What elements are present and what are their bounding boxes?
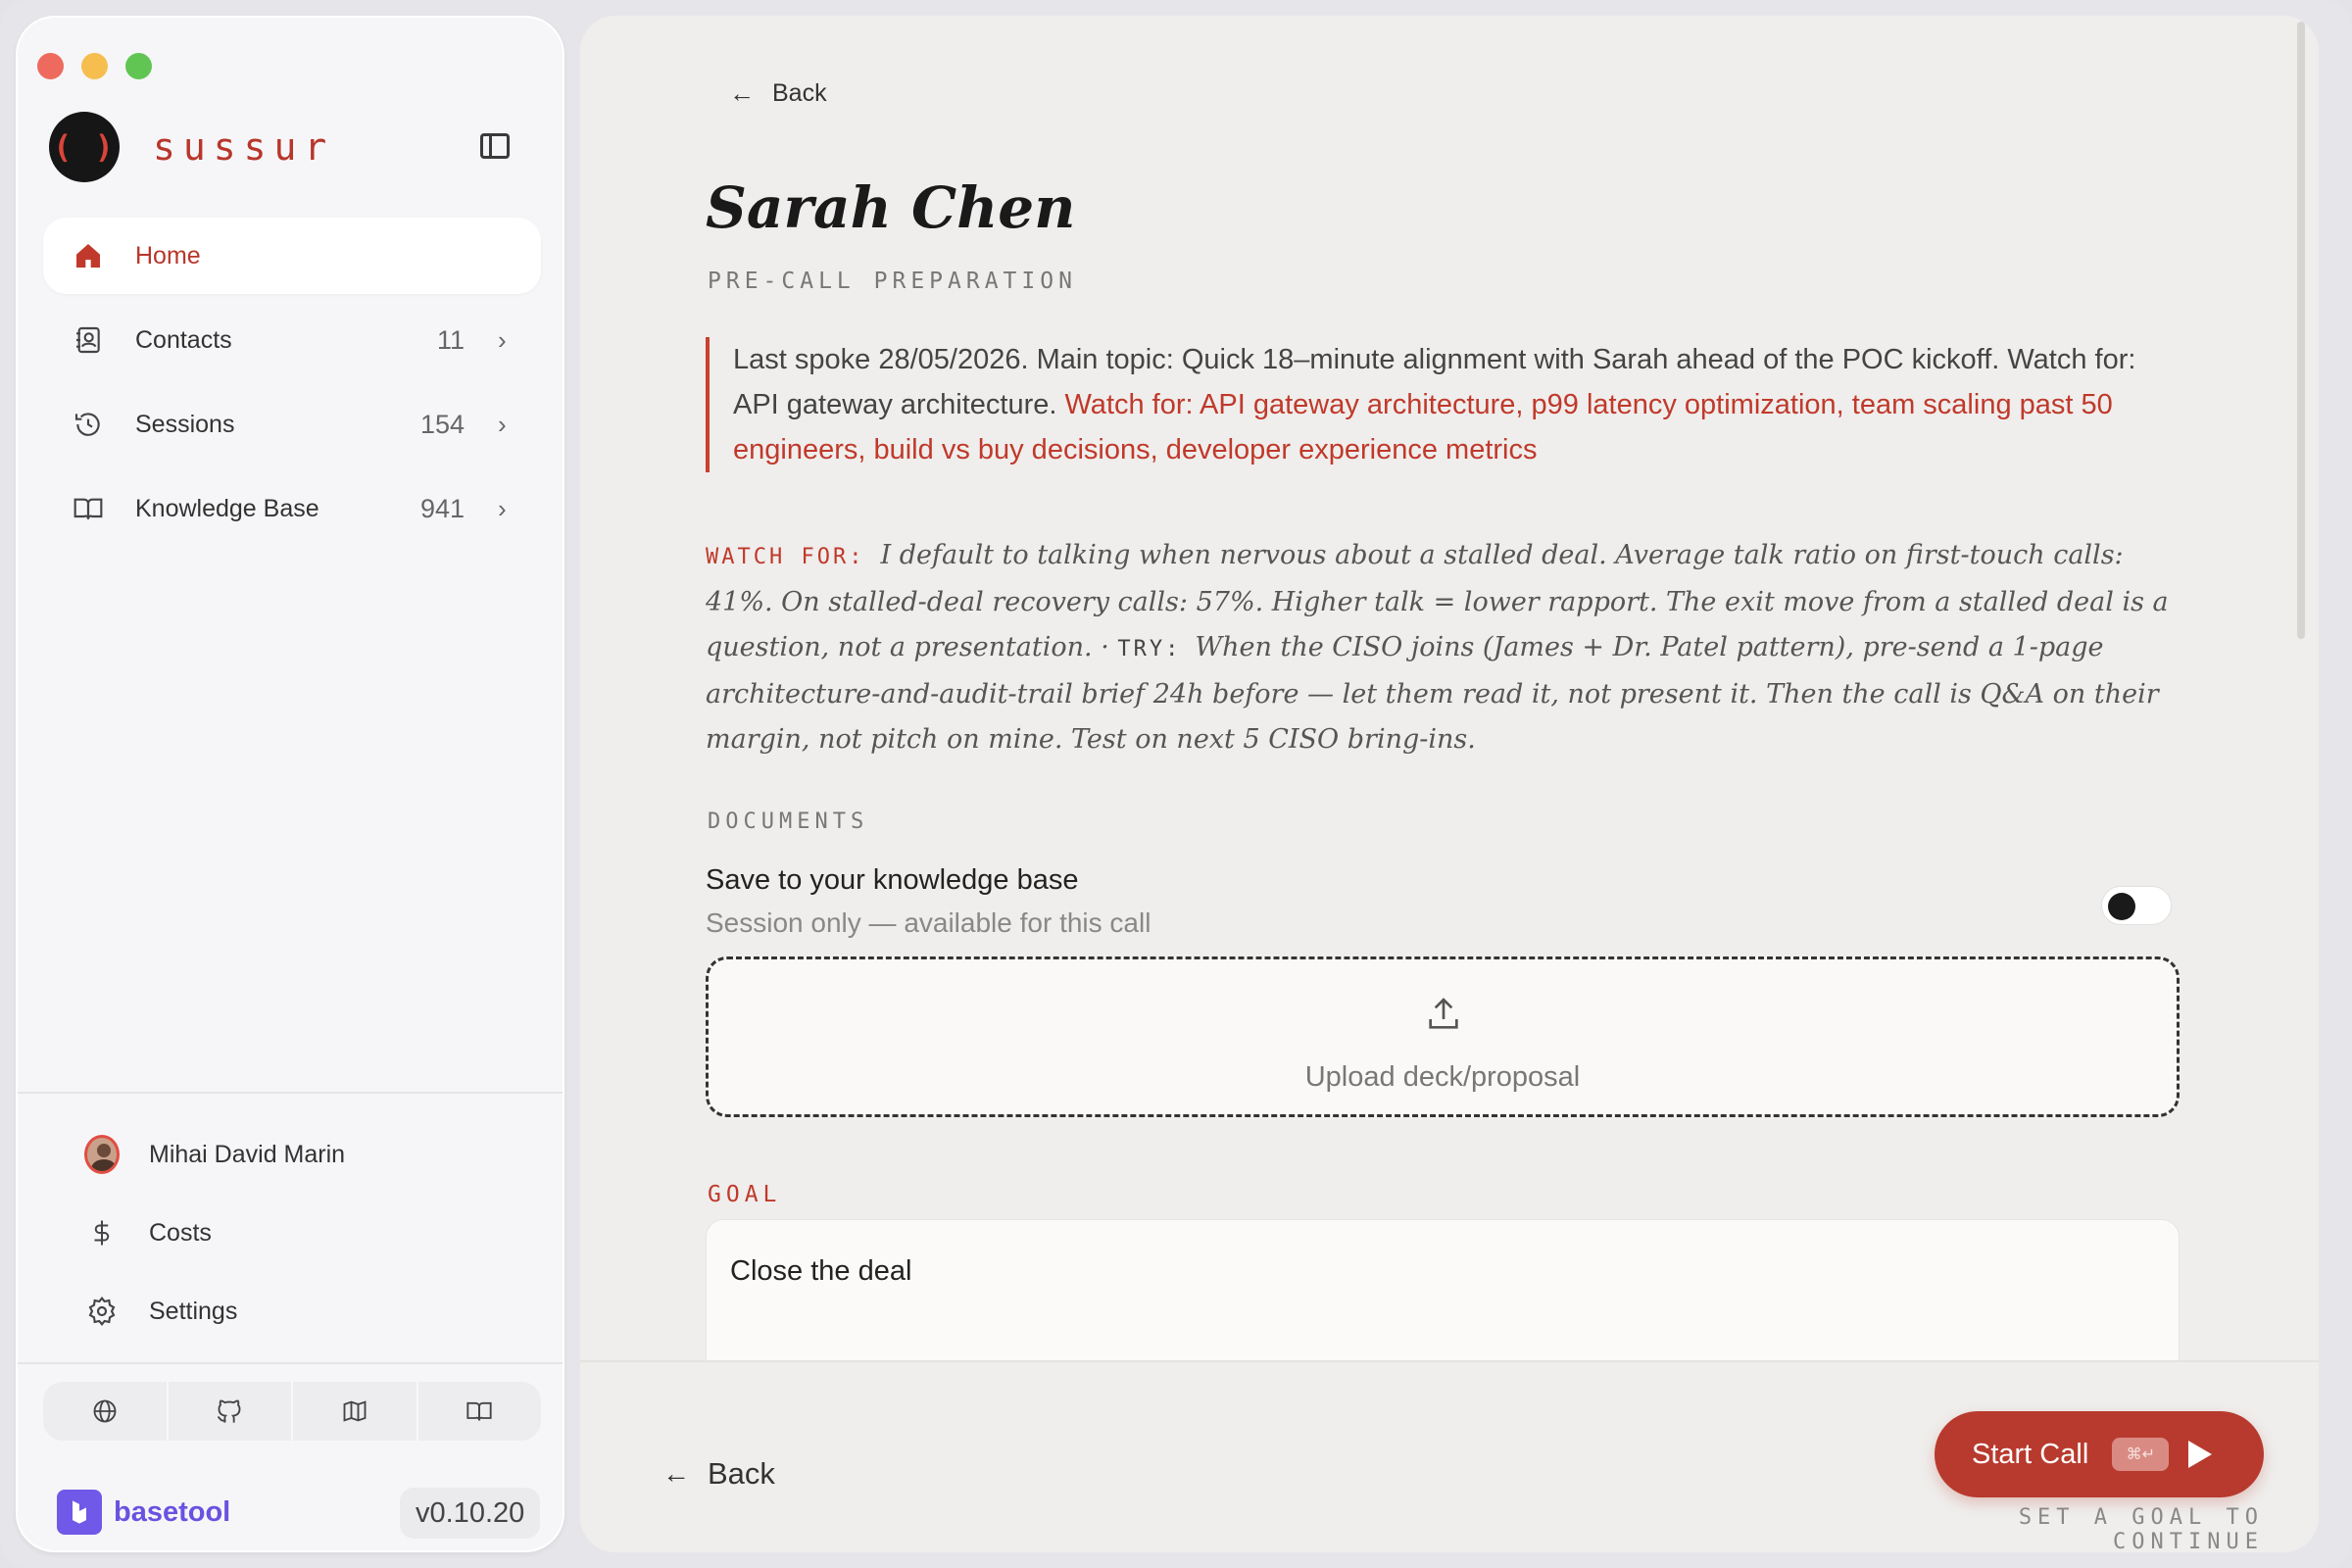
brand[interactable]: ( ) sussur <box>49 112 334 182</box>
sidebar-item-count: 11 <box>436 324 465 355</box>
brand-name: sussur <box>153 125 335 169</box>
chevron-right-icon: › <box>498 493 507 523</box>
globe-icon <box>93 1399 117 1423</box>
dollar-icon <box>84 1215 120 1250</box>
page-subtitle: PRE-CALL PREPARATION <box>708 269 1077 294</box>
sidebar-nav: Home Contacts 11 › Sessions 154 › Knowle… <box>43 218 541 555</box>
start-call-label: Start Call <box>1972 1438 2089 1470</box>
avatar <box>84 1135 120 1174</box>
sidebar-item-label: Sessions <box>135 410 235 438</box>
window-controls <box>37 53 152 79</box>
sidebar-item-sessions[interactable]: Sessions 154 › <box>43 386 541 463</box>
goal-label: GOAL <box>708 1182 782 1207</box>
chevron-right-icon: › <box>498 324 507 355</box>
github-icon <box>218 1399 241 1423</box>
close-window-button[interactable] <box>37 53 64 79</box>
minimize-window-button[interactable] <box>81 53 108 79</box>
contacts-icon <box>71 322 106 358</box>
brand-logo: ( ) <box>49 112 120 182</box>
sidebar-item-costs[interactable]: Costs <box>43 1194 541 1272</box>
upload-dropzone[interactable]: Upload deck/proposal <box>706 956 2180 1117</box>
quick-links-bar <box>43 1382 541 1441</box>
try-label: TRY: <box>1117 637 1182 662</box>
upload-icon <box>1424 995 1463 1039</box>
start-call-button[interactable]: Start Call ⌘↵ <box>1935 1411 2264 1497</box>
sidebar-item-home[interactable]: Home <box>43 218 541 294</box>
try-separator: · <box>1101 632 1109 662</box>
sidebar-item-knowledge-base[interactable]: Knowledge Base 941 › <box>43 470 541 547</box>
watch-for-label: WATCH FOR: <box>706 545 865 569</box>
save-kb-subtitle: Session only — available for this call <box>706 907 1152 938</box>
coaching-note: WATCH FOR: I default to talking when nerv… <box>706 533 2183 762</box>
sidebar-divider <box>18 1092 563 1094</box>
page-title: Sarah Chen <box>706 174 1076 241</box>
map-icon <box>343 1400 367 1422</box>
keyboard-shortcut-badge: ⌘↵ <box>2112 1438 2170 1471</box>
book-icon <box>466 1401 492 1421</box>
back-button[interactable]: ← Back <box>662 1456 775 1492</box>
sidebar-item-label: Contacts <box>135 325 232 354</box>
maximize-window-button[interactable] <box>125 53 152 79</box>
start-call-hint: SET A GOAL TO CONTINUE <box>2018 1505 2264 1552</box>
sidebar-bottom-nav: Mihai David Marin Costs Settings <box>43 1115 541 1350</box>
version-badge: v0.10.20 <box>400 1488 541 1539</box>
basetool-brand[interactable]: basetool <box>57 1490 230 1535</box>
sidebar-toggle-icon[interactable] <box>480 133 510 159</box>
book-icon <box>71 491 106 526</box>
sidebar-item-label: Costs <box>149 1218 212 1247</box>
sidebar-item-settings[interactable]: Settings <box>43 1272 541 1350</box>
home-icon <box>71 238 106 273</box>
user-profile-item[interactable]: Mihai David Marin <box>43 1115 541 1194</box>
basetool-name: basetool <box>114 1495 231 1528</box>
sidebar-item-label: Home <box>135 241 201 270</box>
sidebar: ( ) sussur Home Contacts 11 › Sessions 1… <box>16 16 564 1552</box>
roadmap-link[interactable] <box>293 1382 418 1441</box>
save-kb-title: Save to your knowledge base <box>706 864 1079 896</box>
scrollbar[interactable] <box>2297 22 2305 639</box>
action-bar: ← Back Start Call ⌘↵ SET A GOAL TO CONTI… <box>580 1360 2319 1552</box>
back-link[interactable]: ← Back <box>729 78 827 109</box>
play-icon <box>2188 1441 2213 1468</box>
main-panel: ← Back Sarah Chen PRE-CALL PREPARATION L… <box>580 16 2319 1552</box>
website-link[interactable] <box>43 1382 169 1441</box>
app-window: ( ) sussur Home Contacts 11 › Sessions 1… <box>0 0 2352 1568</box>
sidebar-item-contacts[interactable]: Contacts 11 › <box>43 302 541 378</box>
basetool-logo-icon <box>57 1490 102 1535</box>
documents-label: DOCUMENTS <box>708 809 869 834</box>
last-call-summary: Last spoke 28/05/2026. Main topic: Quick… <box>706 337 2183 472</box>
sidebar-item-count: 941 <box>419 493 465 523</box>
toggle-knob <box>2108 893 2135 920</box>
arrow-left-icon: ← <box>729 78 755 108</box>
sidebar-item-count: 154 <box>419 409 465 439</box>
user-name: Mihai David Marin <box>149 1140 346 1168</box>
back-label: Back <box>708 1456 775 1491</box>
docs-link[interactable] <box>418 1382 542 1441</box>
arrow-left-icon: ← <box>662 1458 690 1489</box>
sidebar-divider <box>18 1362 563 1364</box>
chevron-right-icon: › <box>498 409 507 439</box>
sidebar-item-label: Knowledge Base <box>135 494 319 522</box>
history-icon <box>71 407 106 442</box>
save-kb-toggle[interactable] <box>2101 886 2172 925</box>
upload-label: Upload deck/proposal <box>1304 1061 1581 1093</box>
goal-value: Close the deal <box>730 1255 912 1287</box>
back-label: Back <box>772 79 827 107</box>
github-link[interactable] <box>169 1382 293 1441</box>
gear-icon <box>84 1294 120 1329</box>
sidebar-item-label: Settings <box>149 1297 238 1325</box>
